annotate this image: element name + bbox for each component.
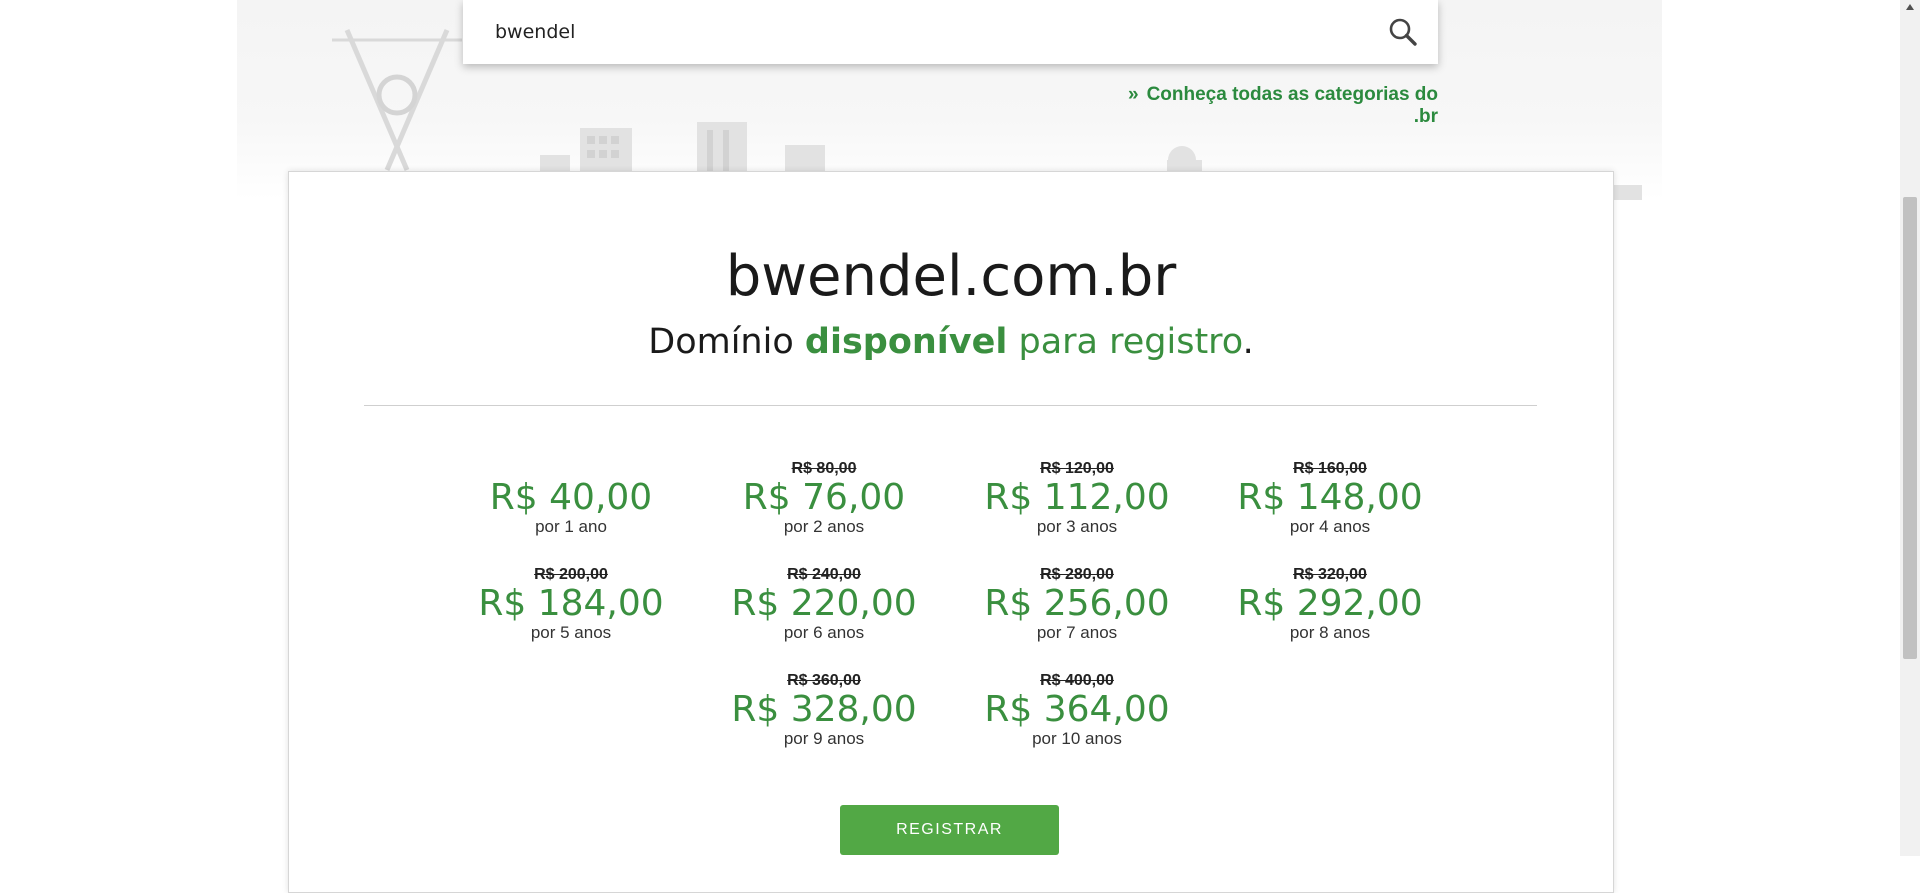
discounted-price: R$ 148,00 bbox=[1237, 477, 1423, 518]
page-scrollbar[interactable] bbox=[1900, 0, 1920, 856]
domain-result-card: bwendel.com.br Domínio disponível para r… bbox=[288, 171, 1614, 893]
price-option-10-years[interactable]: R$ 400,00 R$ 364,00 por 10 anos bbox=[957, 672, 1197, 748]
price-option-4-years[interactable]: R$ 160,00 R$ 148,00 por 4 anos bbox=[1210, 460, 1450, 536]
price-options: R$ 40,00 por 1 ano R$ 80,00 R$ 76,00 por… bbox=[289, 172, 1613, 892]
double-chevron-icon: » bbox=[1128, 84, 1139, 105]
original-price: R$ 400,00 bbox=[1040, 672, 1114, 689]
original-price: R$ 80,00 bbox=[791, 460, 857, 477]
price-period: por 5 anos bbox=[530, 623, 612, 642]
original-price: R$ 160,00 bbox=[1293, 460, 1367, 477]
search-button[interactable] bbox=[1368, 0, 1438, 64]
original-price: R$ 240,00 bbox=[787, 566, 861, 583]
price-period: por 10 anos bbox=[1032, 729, 1122, 748]
price-option-3-years[interactable]: R$ 120,00 R$ 112,00 por 3 anos bbox=[957, 460, 1197, 536]
price-option-1-year[interactable]: R$ 40,00 por 1 ano bbox=[451, 460, 691, 536]
discounted-price: R$ 364,00 bbox=[984, 689, 1170, 730]
discounted-price: R$ 328,00 bbox=[731, 689, 917, 730]
all-categories-link[interactable]: » Conheça todas as categorias do .br bbox=[1100, 84, 1438, 128]
price-option-5-years[interactable]: R$ 200,00 R$ 184,00 por 5 anos bbox=[451, 566, 691, 642]
scrollbar-thumb[interactable] bbox=[1903, 197, 1917, 659]
price-period: por 2 anos bbox=[783, 517, 865, 536]
price-period: por 3 anos bbox=[1036, 517, 1118, 536]
register-button[interactable]: REGISTRAR bbox=[840, 805, 1059, 855]
original-price bbox=[451, 460, 691, 478]
discounted-price: R$ 76,00 bbox=[742, 477, 906, 518]
price-period: por 4 anos bbox=[1289, 517, 1371, 536]
caret-up-icon bbox=[1906, 4, 1914, 10]
price-period: por 8 anos bbox=[1289, 623, 1371, 642]
original-price: R$ 200,00 bbox=[534, 566, 608, 583]
domain-search-box bbox=[463, 0, 1438, 64]
price-period: por 1 ano bbox=[535, 517, 607, 536]
price-period: por 6 anos bbox=[783, 623, 865, 642]
price-period: por 7 anos bbox=[1036, 623, 1118, 642]
discounted-price: R$ 184,00 bbox=[478, 583, 664, 624]
domain-search-input[interactable] bbox=[463, 0, 1368, 64]
scroll-up-arrow[interactable] bbox=[1900, 0, 1920, 14]
price-option-2-years[interactable]: R$ 80,00 R$ 76,00 por 2 anos bbox=[704, 460, 944, 536]
search-icon bbox=[1389, 18, 1417, 46]
discounted-price: R$ 256,00 bbox=[984, 583, 1170, 624]
original-price: R$ 320,00 bbox=[1293, 566, 1367, 583]
discounted-price: R$ 292,00 bbox=[1237, 583, 1423, 624]
original-price: R$ 280,00 bbox=[1040, 566, 1114, 583]
discounted-price: R$ 112,00 bbox=[984, 477, 1170, 518]
price-option-6-years[interactable]: R$ 240,00 R$ 220,00 por 6 anos bbox=[704, 566, 944, 642]
original-price: R$ 120,00 bbox=[1040, 460, 1114, 477]
price-option-7-years[interactable]: R$ 280,00 R$ 256,00 por 7 anos bbox=[957, 566, 1197, 642]
discounted-price: R$ 40,00 bbox=[489, 477, 653, 518]
discounted-price: R$ 220,00 bbox=[731, 583, 917, 624]
price-period: por 9 anos bbox=[783, 729, 865, 748]
price-option-9-years[interactable]: R$ 360,00 R$ 328,00 por 9 anos bbox=[704, 672, 944, 748]
price-option-8-years[interactable]: R$ 320,00 R$ 292,00 por 8 anos bbox=[1210, 566, 1450, 642]
all-categories-label: Conheça todas as categorias do .br bbox=[1146, 84, 1438, 127]
original-price: R$ 360,00 bbox=[787, 672, 861, 689]
